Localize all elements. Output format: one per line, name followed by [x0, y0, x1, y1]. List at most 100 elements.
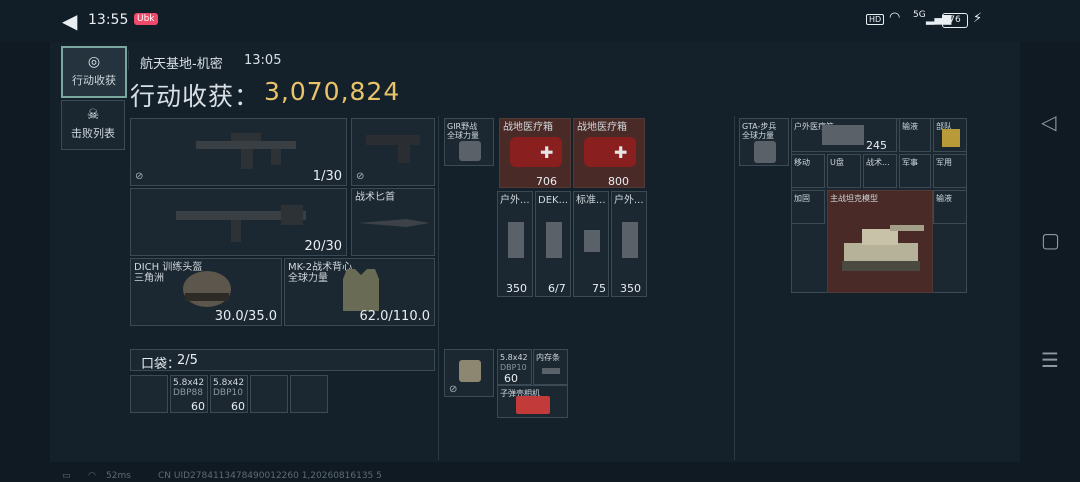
backpack-icon — [459, 141, 481, 161]
chest-rig-container[interactable]: ⊘ — [444, 349, 494, 397]
pocket-slot-empty[interactable] — [130, 375, 168, 413]
tab-label: 行动收获 — [72, 74, 116, 87]
medkit-slot-1[interactable]: 战地医疗箱 ✚ 706 — [499, 118, 571, 188]
backpack-item[interactable]: 标准... 75 — [573, 191, 609, 297]
ammo-count: 60 — [231, 400, 245, 413]
item-label: 输液 — [936, 194, 952, 203]
item-icon — [546, 222, 562, 258]
item-label: DEK... — [538, 195, 569, 206]
item-label: 内存条 — [536, 353, 560, 362]
uid: CN UID2784113478490012260 1,20260816135 … — [158, 471, 382, 481]
primary-weapon-slot[interactable]: ⊘ 1/30 — [130, 118, 347, 186]
pocket-slot-empty[interactable] — [250, 375, 288, 413]
tab-label: 击败列表 — [71, 127, 115, 140]
pistol-slot[interactable]: ⊘ — [351, 118, 435, 186]
item-count: 6/7 — [548, 282, 566, 295]
unmarked-icon: ⊘ — [135, 171, 144, 182]
hd-icon: HD — [866, 14, 885, 25]
item-icon — [584, 230, 600, 252]
ping: 52ms — [106, 471, 131, 481]
harvest-label: 行动收获： — [130, 82, 261, 111]
vest-slot[interactable]: MK-2战术背心 全球力量 62.0/110.0 — [284, 258, 435, 326]
item-icon — [622, 222, 638, 258]
pocket-slot-empty[interactable] — [290, 375, 328, 413]
battery-small-icon: ▭ — [62, 471, 71, 481]
pockets-label: 口袋： — [141, 357, 181, 372]
wifi-small-icon: ◠ — [88, 471, 96, 481]
pocket-ammo-1[interactable]: 5.8x42 DBP88 60 — [170, 375, 208, 413]
helmet-icon — [183, 271, 231, 307]
medkit-count: 706 — [536, 175, 557, 188]
item-count: 245 — [866, 139, 887, 152]
item-label: 标准... — [576, 195, 606, 206]
wifi-icon: ◠ — [889, 10, 901, 25]
nav-menu-button[interactable]: ☰ — [1041, 348, 1059, 372]
pocket-ammo-2[interactable]: 5.8x42 DBP10 60 — [210, 375, 248, 413]
charging-icon: ⚡ — [973, 11, 983, 26]
pistol-icon — [366, 135, 420, 163]
secondary-weapon-slot[interactable]: 20/30 — [130, 188, 347, 256]
nav-back-button[interactable]: ◁ — [1041, 110, 1056, 134]
safebox-tank-model[interactable]: 主战坦克模型 — [827, 190, 933, 293]
item-count: 60 — [504, 372, 518, 385]
helmet-sub: 三角洲 — [134, 273, 164, 284]
rifle-icon — [196, 133, 296, 169]
safebox-item[interactable]: 加固 — [791, 190, 825, 224]
safebox-item[interactable]: 战术... — [863, 154, 897, 188]
ammo-sub: DBP88 — [173, 388, 203, 398]
vest-icon — [343, 269, 379, 311]
safebox-item[interactable]: 移动 — [791, 154, 825, 188]
container-sub: 全球力量 — [742, 131, 774, 140]
backpack-item[interactable]: 户外... 350 — [497, 191, 533, 297]
medkit-slot-2[interactable]: 战地医疗箱 ✚ 800 — [573, 118, 645, 188]
item-icon — [516, 396, 550, 414]
backpack-container[interactable]: GIR野战 全球力量 — [444, 118, 494, 166]
tab-operation-harvest[interactable]: ◎ 行动收获 — [61, 46, 127, 98]
raid-time: 13:05 — [244, 53, 282, 68]
chest-ammo[interactable]: 5.8x42 DBP10 60 — [497, 349, 532, 385]
item-label: 军用 — [936, 158, 952, 167]
helmet-slot[interactable]: DICH 训练头盔 三角洲 30.0/35.0 — [130, 258, 282, 326]
battery-icon: 76 — [942, 13, 968, 28]
item-label: 输液 — [902, 122, 918, 131]
safebox-item[interactable]: 输液 — [899, 118, 931, 152]
back-arrow-icon[interactable]: ◀ — [62, 9, 77, 33]
tab-kill-list[interactable]: ☠ 击败列表 — [61, 100, 125, 150]
primary-ammo: 1/30 — [312, 169, 342, 184]
item-icon — [942, 129, 960, 147]
backpack-item[interactable]: 户外... 350 — [611, 191, 647, 297]
item-label: 军事 — [902, 158, 918, 167]
item-label: 加固 — [794, 194, 810, 203]
item-count: 350 — [620, 282, 641, 295]
safebox-item[interactable]: 部队 — [933, 118, 967, 152]
app-badge: Ubk — [134, 13, 158, 25]
nav-home-button[interactable]: ▢ — [1041, 228, 1060, 252]
item-label: 战术... — [866, 158, 890, 167]
backpack-sub: 全球力量 — [447, 131, 479, 140]
safebox-item[interactable]: U盘 — [827, 154, 861, 188]
safebox-item[interactable]: 户外医疗箱 245 — [791, 118, 897, 152]
medkit-count: 800 — [608, 175, 629, 188]
chest-camera[interactable]: 子弹壳相机 — [497, 385, 568, 418]
chest-memory[interactable]: 内存条 — [533, 349, 568, 385]
item-label: 主战坦克模型 — [830, 194, 878, 203]
knife-label: 战术匕首 — [355, 192, 395, 203]
item-icon — [508, 222, 524, 258]
safebox-item[interactable]: 军事 — [899, 154, 931, 188]
item-label: U盘 — [830, 158, 844, 167]
pockets-header: 口袋： 2/5 — [130, 349, 435, 372]
safebox-item[interactable]: 输液 — [933, 190, 967, 224]
safebox-container[interactable]: GTA-步兵 全球力量 — [739, 118, 789, 166]
status-bar: ◀ 13:55 Ubk HD ◠ 5G ▂▄▆ 76 ⚡ — [0, 0, 1080, 42]
harvest-value: 3,070,824 — [264, 77, 401, 106]
backpack-item[interactable]: DEK... 6/7 — [535, 191, 571, 297]
container-icon — [754, 141, 776, 163]
helmet-durability: 30.0/35.0 — [214, 309, 277, 324]
unmarked-icon: ⊘ — [449, 384, 458, 395]
status-time: 13:55 — [88, 12, 129, 28]
knife-icon — [358, 219, 430, 227]
tank-icon — [842, 225, 924, 271]
safebox-item[interactable]: 军用 — [933, 154, 967, 188]
knife-slot[interactable]: 战术匕首 — [351, 188, 435, 256]
item-icon — [822, 125, 864, 145]
